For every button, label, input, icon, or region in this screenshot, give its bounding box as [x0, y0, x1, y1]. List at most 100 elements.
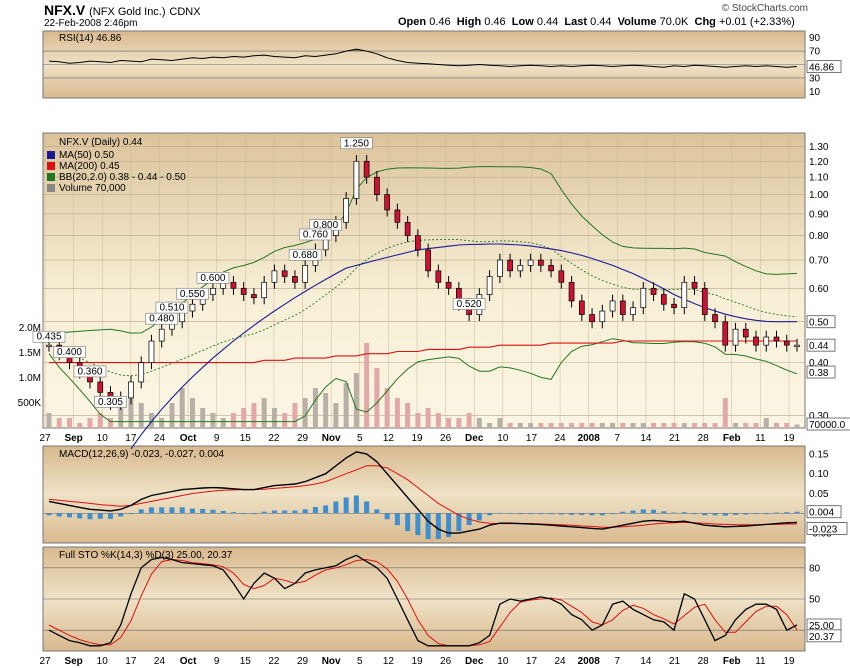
volume-bar — [630, 423, 636, 428]
x-tick-bottom: Oct — [180, 656, 197, 667]
x-tick-top: 10 — [497, 433, 509, 444]
rsi-title: RSI(14) 46.86 — [59, 33, 122, 44]
candle-body — [281, 270, 288, 277]
macd-hist-bar — [169, 507, 175, 514]
volume-tick: 500K — [18, 398, 42, 409]
volume-bar — [681, 423, 687, 428]
price-tick: 1.10 — [809, 173, 829, 184]
price-tick: 1.20 — [809, 157, 829, 168]
x-tick-top: Feb — [723, 433, 741, 444]
x-tick-bottom: 14 — [640, 656, 652, 667]
volume-bar — [384, 388, 390, 428]
x-tick-top: Sep — [64, 433, 82, 444]
volume-bar — [487, 423, 493, 428]
macd-last-label: -0.023 — [809, 524, 838, 535]
volume-bar — [230, 413, 236, 428]
x-tick-top: 21 — [669, 433, 681, 444]
macd-hist-bar — [671, 512, 677, 514]
x-tick-bottom: 15 — [240, 656, 252, 667]
volume-bar — [538, 423, 544, 428]
candle-body — [568, 281, 575, 302]
volume-bar — [107, 418, 113, 428]
volume-bar — [46, 413, 52, 428]
macd-hist-bar — [282, 510, 288, 514]
macd-hist-bar — [558, 513, 564, 515]
macd-hist-bar — [794, 511, 800, 514]
volume-tick: 1.5M — [19, 348, 41, 359]
volume-bar — [435, 413, 441, 428]
volume-bar — [364, 343, 370, 428]
candle-body — [681, 281, 688, 308]
volume-bar — [528, 423, 534, 428]
candle-body — [374, 176, 380, 196]
x-tick-bottom: 26 — [440, 656, 452, 667]
volume-bar — [210, 413, 216, 428]
macd-hist-bar — [415, 513, 421, 536]
volume-bar — [794, 424, 800, 428]
volume-bar — [374, 368, 380, 428]
candle-body — [773, 336, 780, 342]
macd-hist-bar — [353, 495, 359, 514]
candle-body — [425, 249, 431, 272]
macd-hist-bar — [507, 512, 513, 514]
price-annotation: 0.760 — [303, 229, 328, 240]
candle-body — [353, 160, 360, 199]
macd-hist-bar — [640, 509, 646, 514]
price-annotation: 0.305 — [98, 397, 123, 408]
volume-bar — [251, 403, 257, 428]
candle-body — [609, 300, 616, 312]
macd-hist-bar — [661, 511, 667, 514]
macd-hist-bar — [589, 513, 595, 516]
macd-hist-bar — [261, 511, 267, 514]
candle-body — [302, 265, 309, 283]
price-annotation: 0.550 — [180, 289, 205, 300]
x-tick-bottom: 22 — [268, 656, 280, 667]
price-annotation: 0.480 — [149, 314, 174, 325]
macd-hist-bar — [702, 513, 708, 516]
macd-hist-bar — [200, 508, 206, 514]
candle-body — [292, 276, 298, 283]
macd-hist-bar — [569, 513, 575, 515]
candle-body — [363, 160, 370, 178]
volume-bar — [692, 423, 698, 428]
macd-hist-bar — [784, 512, 790, 514]
macd-hist-bar — [722, 513, 728, 516]
volume-bar — [405, 403, 411, 428]
volume-bar — [456, 418, 462, 428]
price-annotation: 0.400 — [57, 347, 82, 358]
volume-bar — [620, 423, 626, 428]
macd-hist-bar — [620, 511, 626, 514]
macd-hist-bar — [138, 509, 144, 514]
macd-hist-bar — [271, 510, 277, 514]
macd-hist-bar — [384, 513, 390, 520]
bb-lower-last-label: 0.38 — [809, 368, 829, 379]
candle-body — [46, 344, 52, 348]
macd-hist-bar — [733, 513, 739, 515]
macd-hist-bar — [189, 508, 195, 514]
candle-body — [630, 307, 636, 315]
candle-body — [251, 294, 257, 299]
macd-hist-bar — [107, 513, 113, 519]
x-tick-top: 24 — [555, 433, 567, 444]
candle-body — [537, 259, 544, 266]
price-annotation: 0.360 — [77, 366, 102, 377]
x-tick-bottom: Sep — [64, 656, 82, 667]
x-tick-bottom: 29 — [297, 656, 309, 667]
macd-hist-bar — [487, 513, 493, 516]
candle-body — [753, 336, 759, 346]
candle-body — [660, 294, 667, 305]
candle-body — [712, 314, 718, 323]
volume-bar — [702, 423, 708, 428]
volume-bar — [77, 423, 83, 428]
x-tick-top: 24 — [154, 433, 166, 444]
macd-hist-bar — [56, 513, 62, 517]
volume-bar — [159, 418, 165, 428]
volume-bar — [712, 423, 718, 428]
x-tick-top: 15 — [240, 433, 252, 444]
legend-entry: MA(200) 0.45 — [59, 161, 120, 172]
volume-bar — [446, 418, 452, 428]
macd-hist-bar — [312, 506, 318, 514]
macd-hist-bar — [66, 513, 72, 518]
volume-bar — [579, 423, 585, 428]
volume-bar — [394, 398, 400, 428]
